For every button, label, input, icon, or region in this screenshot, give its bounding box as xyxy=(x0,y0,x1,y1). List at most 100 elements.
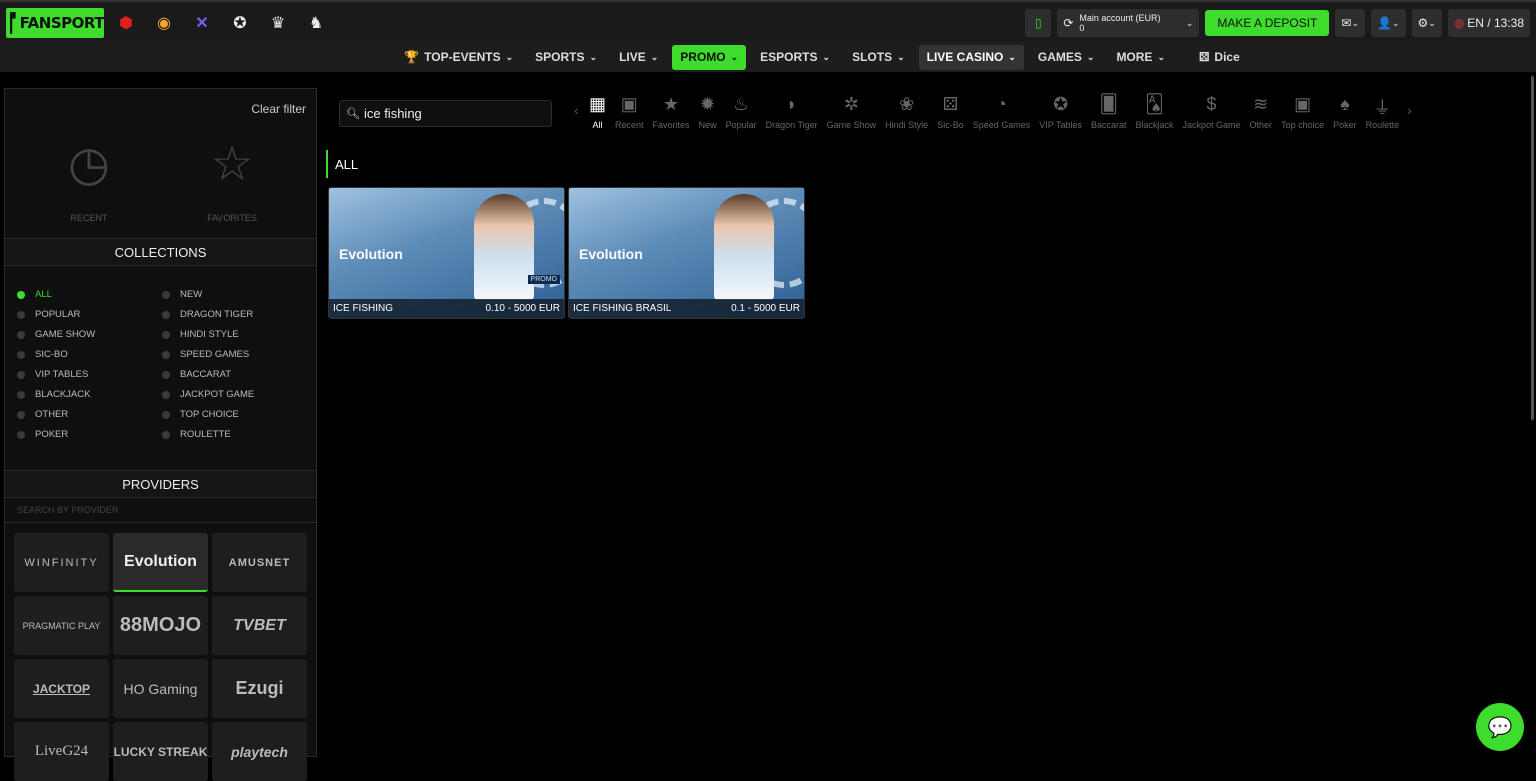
refresh-icon[interactable]: ⟳ xyxy=(1063,16,1073,30)
messages-button[interactable]: ✉ ⌄ xyxy=(1335,9,1365,37)
category-hindi-style[interactable]: ❀ Hindi Style xyxy=(885,94,928,130)
category-speed-games[interactable]: ◔ Speed Games xyxy=(973,94,1031,130)
profile-button[interactable]: 👤 ⌄ xyxy=(1371,9,1406,37)
provider-tile[interactable]: playtech xyxy=(212,722,307,781)
category-top-choice[interactable]: ▣ Top choice xyxy=(1281,94,1324,130)
collection-item[interactable]: BACCARAT xyxy=(162,369,307,380)
europa-league-icon[interactable]: ♛ xyxy=(264,8,292,38)
provider-tile[interactable]: HO Gaming xyxy=(113,659,208,718)
radio-dot xyxy=(162,330,170,339)
nav-live-casino[interactable]: LIVE CASINO ⌄ xyxy=(918,44,1024,70)
collection-item[interactable]: POKER xyxy=(17,429,162,440)
nav-sports[interactable]: SPORTS ⌄ xyxy=(527,45,605,70)
collection-item[interactable]: NEW xyxy=(162,289,307,300)
grid-icon: ▦ xyxy=(589,94,607,114)
provider-tile[interactable]: Ezugi xyxy=(212,659,307,718)
game-card[interactable]: Evolution PROMO ICE FISHING 0.10 - 5000 … xyxy=(328,187,565,319)
category-sic-bo[interactable]: ⚄ Sic-Bo xyxy=(937,94,964,130)
collection-item[interactable]: VIP TABLES xyxy=(17,369,162,380)
collection-item[interactable]: JACKPOT GAME xyxy=(162,389,307,400)
recent-filter[interactable]: ◷ RECENT xyxy=(39,137,139,223)
category-vip-tables[interactable]: ✪ VIP Tables xyxy=(1039,94,1082,130)
provider-logo: Evolution xyxy=(579,246,643,262)
category-roulette[interactable]: ⏚ Roulette xyxy=(1366,94,1400,130)
category-bar: ‹ ▦ All ▣ Recent ★ Favorites ✹ New ♨ Popular … xyxy=(574,94,1486,134)
search-input[interactable] xyxy=(363,106,544,121)
favorites-filter[interactable]: ☆ FAVORITES xyxy=(182,137,282,223)
radio-dot xyxy=(162,350,170,359)
category-popular[interactable]: ♨ Popular xyxy=(726,94,757,130)
champions-league-icon[interactable]: ✪ xyxy=(226,8,254,38)
premier-league-icon[interactable]: ♞ xyxy=(302,8,330,38)
provider-search-input[interactable]: SEARCH BY PROVIDER xyxy=(17,505,118,515)
vip-star-icon: ✪ xyxy=(1053,94,1069,114)
provider-tile[interactable]: TVBET xyxy=(212,596,307,655)
account-selector[interactable]: ⟳ Main account (EUR) 0 ⌄ xyxy=(1057,9,1200,37)
mobile-app-button[interactable]: ▯ xyxy=(1025,9,1052,37)
category-all[interactable]: ▦ All xyxy=(589,94,606,130)
settings-button[interactable]: ⚙ ⌄ xyxy=(1411,9,1442,37)
game-bet-range: 0.10 - 5000 EUR xyxy=(485,303,561,314)
radio-dot xyxy=(17,330,25,339)
provider-tile[interactable]: LiveG24 xyxy=(14,722,109,781)
collection-item[interactable]: SPEED GAMES xyxy=(162,349,307,360)
speedometer-icon: ◔ xyxy=(996,94,1007,114)
radio-dot xyxy=(162,390,170,399)
provider-tile[interactable]: Evolution xyxy=(113,533,208,592)
uk-flag-icon: ◍ xyxy=(1453,16,1465,30)
category-new[interactable]: ✹ New xyxy=(699,94,717,130)
nav-esports[interactable]: ESPORTS ⌄ xyxy=(752,45,838,70)
account-label: Main account (EUR) xyxy=(1079,13,1161,23)
play-badge-icon[interactable]: ◉ xyxy=(150,8,178,38)
collection-item[interactable]: OTHER xyxy=(17,409,162,420)
collection-item[interactable]: GAME SHOW xyxy=(17,329,162,340)
chevron-right-icon[interactable]: › xyxy=(1407,102,1419,118)
category-recent[interactable]: ▣ Recent xyxy=(615,94,644,130)
nav-live[interactable]: LIVE ⌄ xyxy=(611,45,666,70)
category-baccarat[interactable]: 🂠 Baccarat xyxy=(1091,94,1127,130)
game-search[interactable]: 🔍︎ xyxy=(339,100,552,127)
x-logo-icon[interactable]: ✕ xyxy=(188,8,216,38)
chevron-down-icon: ⌄ xyxy=(1391,17,1400,28)
category-other[interactable]: ≋ Other xyxy=(1250,94,1273,130)
collection-item[interactable]: ALL xyxy=(17,289,162,300)
category-dragon-tiger[interactable]: ◗ Dragon Tiger xyxy=(766,94,818,130)
page-scrollbar[interactable] xyxy=(1531,76,1534,420)
collection-item[interactable]: POPULAR xyxy=(17,309,162,320)
fansport-logo[interactable]: FANSPORT xyxy=(6,8,105,38)
provider-tile[interactable]: PRAGMATIC PLAY xyxy=(14,596,109,655)
language-time-button[interactable]: ◍ EN / 13:38 xyxy=(1447,9,1530,37)
provider-tile[interactable]: WINFINITY xyxy=(14,533,109,592)
recent-icon: ▣ xyxy=(620,94,638,114)
chevron-down-icon: ⌄ xyxy=(1428,17,1436,28)
collection-item[interactable]: HINDI STYLE xyxy=(162,329,307,340)
star-icon: ★ xyxy=(662,94,680,114)
clear-filter-link[interactable]: Clear filter xyxy=(251,102,306,116)
club-crest-icon[interactable]: ⬢ xyxy=(112,8,140,38)
category-game-show[interactable]: ✲ Game Show xyxy=(827,94,877,130)
provider-tile[interactable]: JACKTOP xyxy=(14,659,109,718)
nav-top-events[interactable]: 🏆 TOP-EVENTS ⌄ xyxy=(396,45,521,70)
collection-item[interactable]: BLACKJACK xyxy=(17,389,162,400)
nav-more[interactable]: MORE ⌄ xyxy=(1108,45,1173,70)
chat-button[interactable]: 💬 xyxy=(1476,703,1524,751)
nav-dice[interactable]: ⚄ Dice xyxy=(1191,45,1248,70)
make-deposit-button[interactable]: MAKE A DEPOSIT xyxy=(1205,10,1330,36)
nav-promo[interactable]: PROMO ⌄ xyxy=(672,44,747,70)
collection-item[interactable]: TOP CHOICE xyxy=(162,409,307,420)
game-card[interactable]: Evolution ICE FISHING BRASIL 0.1 - 5000 … xyxy=(568,187,805,319)
provider-tile[interactable]: 88MOJO xyxy=(113,596,208,655)
nav-slots[interactable]: SLOTS ⌄ xyxy=(844,45,913,70)
category-poker[interactable]: ♠ Poker xyxy=(1333,94,1357,130)
chevron-left-icon[interactable]: ‹ xyxy=(574,102,586,118)
collection-item[interactable]: DRAGON TIGER xyxy=(162,309,307,320)
provider-tile[interactable]: LUCKY STREAK xyxy=(113,722,208,781)
category-favorites[interactable]: ★ Favorites xyxy=(653,94,690,130)
nav-games[interactable]: GAMES ⌄ xyxy=(1030,45,1103,70)
layers-icon: ≋ xyxy=(1253,94,1269,114)
category-blackjack[interactable]: 🂡 Blackjack xyxy=(1136,94,1174,130)
provider-tile[interactable]: AMUSNET xyxy=(212,533,307,592)
category-jackpot-game[interactable]: $ Jackpot Game xyxy=(1183,94,1241,130)
collection-item[interactable]: SIC-BO xyxy=(17,349,162,360)
collection-item[interactable]: ROULETTE xyxy=(162,429,307,440)
